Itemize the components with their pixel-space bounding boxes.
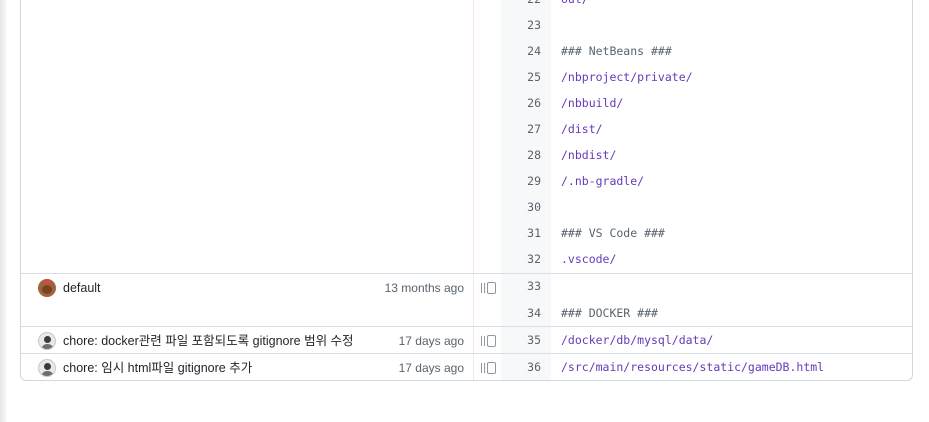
line-number[interactable]: 35: [501, 327, 541, 353]
author-avatar[interactable]: [38, 279, 56, 297]
line-number[interactable]: 30: [501, 194, 541, 220]
hunk-divider: [21, 326, 912, 327]
line-number[interactable]: 23: [501, 12, 541, 38]
line-number[interactable]: 28: [501, 142, 541, 168]
code-line: /src/main/resources/static/gameDB.html: [561, 360, 825, 374]
blame-view: default 13 months ago chore: docker관련 파일…: [20, 0, 913, 381]
reblame-icon[interactable]: [481, 282, 496, 294]
line-number[interactable]: 33: [501, 273, 541, 299]
code-line: /nbproject/private/: [561, 70, 693, 84]
commit-age: 17 days ago: [398, 361, 464, 375]
code-line: .vscode/: [561, 252, 617, 266]
line-number[interactable]: 34: [501, 300, 541, 326]
code-line: /nbdist/: [561, 148, 617, 162]
commit-row: chore: docker관련 파일 포함되도록 gitignore 범위 수정…: [21, 328, 473, 354]
code-line: out/: [561, 0, 589, 12]
line-number[interactable]: 29: [501, 168, 541, 194]
line-number[interactable]: 26: [501, 90, 541, 116]
commit-message-link[interactable]: default: [63, 275, 101, 301]
code-line: /docker/db/mysql/data/: [561, 333, 714, 347]
commit-message-link[interactable]: chore: 임시 html파일 gitignore 추가: [63, 355, 252, 380]
commit-message-link[interactable]: chore: docker관련 파일 포함되도록 gitignore 범위 수정: [63, 328, 354, 354]
hunk-divider: [21, 353, 912, 354]
code-line: /dist/: [561, 122, 603, 136]
code-line: ### NetBeans ###: [561, 44, 672, 58]
line-number[interactable]: 27: [501, 116, 541, 142]
commit-column: default 13 months ago chore: docker관련 파일…: [21, 0, 474, 380]
code-line: /nbbuild/: [561, 96, 624, 110]
code-line: ### DOCKER ###: [561, 306, 658, 320]
code-line: ### VS Code ###: [561, 226, 665, 240]
commit-row: default 13 months ago: [21, 275, 473, 301]
reblame-icon[interactable]: [481, 335, 496, 347]
reblame-icon[interactable]: [481, 362, 496, 374]
line-number[interactable]: 31: [501, 220, 541, 246]
line-number[interactable]: 32: [501, 246, 541, 272]
hunk-divider: [21, 273, 912, 274]
author-avatar[interactable]: [38, 359, 56, 377]
commit-row: chore: 임시 html파일 gitignore 추가 17 days ag…: [21, 355, 473, 380]
reblame-gutter: [473, 0, 501, 380]
code-line: /.nb-gradle/: [561, 174, 645, 188]
code-column: out/ ### NetBeans ### /nbproject/private…: [551, 0, 912, 380]
line-number-column: 22 23 24 25 26 27 28 29 30 31 32 33 34 3…: [501, 0, 551, 380]
line-number[interactable]: 36: [501, 354, 541, 380]
commit-age: 17 days ago: [398, 334, 464, 348]
line-number[interactable]: 22: [501, 0, 541, 12]
author-avatar[interactable]: [38, 332, 56, 350]
window-left-edge: [0, 0, 6, 422]
line-number[interactable]: 24: [501, 38, 541, 64]
line-number[interactable]: 25: [501, 64, 541, 90]
commit-age: 13 months ago: [384, 281, 464, 295]
